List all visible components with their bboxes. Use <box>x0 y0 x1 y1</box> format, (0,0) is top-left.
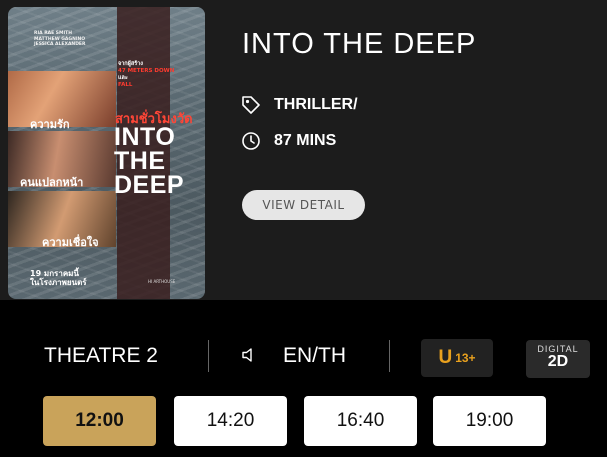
poster-big-title: INTO THE DEEP <box>114 123 204 199</box>
showtime-button[interactable]: 19:00 <box>433 396 546 446</box>
poster-tag-line: 47 METERS DOWN <box>118 68 175 74</box>
poster-credit: JESSICA ALEXANDER <box>34 42 86 47</box>
poster-release-line: 19 มกราคมนี้ <box>30 269 79 278</box>
poster-title-word: THE <box>114 147 166 175</box>
format-bottom: 2D <box>547 353 569 370</box>
genre-text: THRILLER/ <box>274 96 358 113</box>
speaker-icon <box>240 346 258 364</box>
theatre-label: THEATRE 2 <box>44 344 158 367</box>
poster-tagline: จากผู้สร้าง 47 METERS DOWN และ FALL <box>118 61 198 89</box>
movie-poster[interactable]: RIA RAE SMITH MATTHEW GAGNINO JESSICA AL… <box>8 7 205 299</box>
duration-row: 87 MINS <box>240 130 336 152</box>
poster-tag-line: จากผู้สร้าง <box>118 61 143 67</box>
poster-caption: ความรัก <box>30 118 70 131</box>
showtime-button[interactable]: 14:20 <box>174 396 287 446</box>
divider <box>389 340 390 372</box>
format-badge: DIGITAL 2D <box>526 340 590 378</box>
poster-credits: RIA RAE SMITH MATTHEW GAGNINO JESSICA AL… <box>34 31 114 48</box>
poster-studio: HI ARTHOUSE <box>148 279 176 284</box>
showtime-button[interactable]: 16:40 <box>304 396 417 446</box>
poster-title-word: INTO <box>114 123 176 151</box>
movie-title: INTO THE DEEP <box>242 28 477 60</box>
poster-caption: ความเชื่อใจ <box>42 236 99 249</box>
poster-tag-line: FALL <box>118 82 133 88</box>
duration-text: 87 MINS <box>274 132 337 149</box>
genre-row: THRILLER/ <box>240 94 358 116</box>
rating-badge: U 13+ <box>421 339 493 377</box>
clock-icon <box>240 130 262 152</box>
view-detail-button[interactable]: VIEW DETAIL <box>242 190 365 220</box>
poster-release: 19 มกราคมนี้ ในโรงภาพยนตร์ <box>30 269 87 287</box>
poster-release-line: ในโรงภาพยนตร์ <box>30 278 87 287</box>
poster-tag-line: และ <box>118 75 128 81</box>
divider <box>208 340 209 372</box>
poster-title-word: DEEP <box>114 171 185 199</box>
poster-caption: คนแปลกหน้า <box>20 176 84 189</box>
rating-age: 13+ <box>455 351 476 365</box>
language-label: EN/TH <box>283 344 346 367</box>
rating-letter: U <box>438 347 453 368</box>
tag-icon <box>240 94 262 116</box>
showing-info-bar: THEATRE 2 EN/TH U 13+ DIGITAL 2D <box>0 330 607 382</box>
showtime-button[interactable]: 12:00 <box>43 396 156 446</box>
